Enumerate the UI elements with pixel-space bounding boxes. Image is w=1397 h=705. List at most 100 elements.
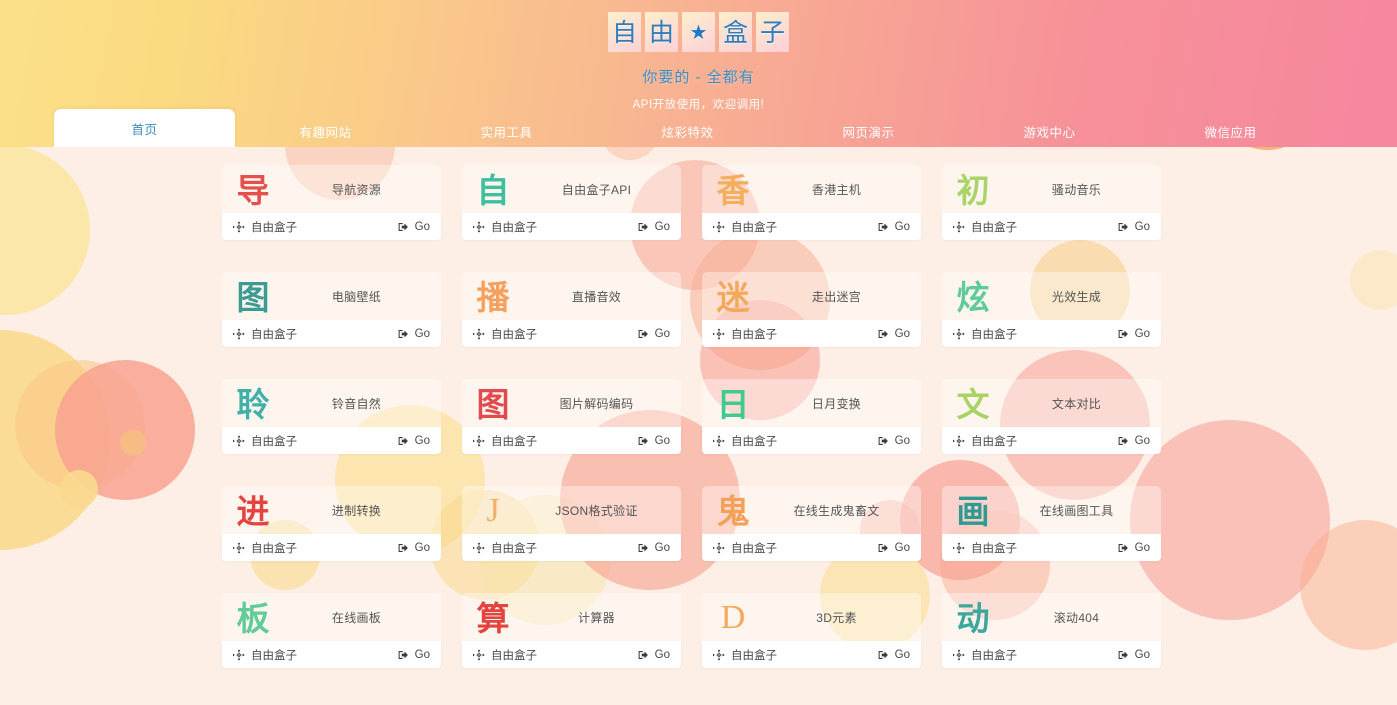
tool-card[interactable]: 鬼 在线生成鬼畜文自由盒子 Go (702, 486, 921, 561)
card-source: 自由盒子 (953, 433, 1118, 449)
card-source-label: 自由盒子 (731, 328, 777, 341)
tool-card[interactable]: 自 自由盒子API 自由盒子 Go (462, 165, 681, 240)
tool-card[interactable]: 图 图片解码编码 自由盒子 Go (462, 379, 681, 454)
card-source-label: 自由盒子 (491, 435, 537, 448)
card-source: 自由盒子 (953, 540, 1118, 556)
card-header: 动 滚动404 (942, 593, 1161, 641)
nav-tab-3[interactable]: 炫彩特效 (597, 115, 778, 147)
card-source: 自由盒子 (233, 219, 398, 235)
sitemap-icon (713, 541, 725, 554)
card-go-button[interactable]: Go (398, 649, 430, 661)
tool-card[interactable]: 导 导航资源 自由盒子 Go (222, 165, 441, 240)
tool-card[interactable]: 进 进制转换 自由盒子 Go (222, 486, 441, 561)
card-title: 铃音自然 (331, 396, 382, 411)
tool-card[interactable]: 聆 铃音自然 自由盒子 Go (222, 379, 441, 454)
card-go-label: Go (1134, 648, 1150, 661)
tool-card[interactable]: 炫 光效生成 自由盒子 Go (942, 272, 1161, 347)
card-header: 文 文本对比 (942, 379, 1161, 427)
card-go-button[interactable]: Go (878, 328, 910, 340)
nav-tab-1[interactable]: 有趣网站 (235, 115, 416, 147)
card-go-button[interactable]: Go (1118, 435, 1150, 447)
tool-card[interactable]: 动 滚动404 自由盒子 Go (942, 593, 1161, 668)
card-title: 骚动音乐 (1051, 182, 1102, 197)
card-source-label: 自由盒子 (491, 328, 537, 341)
tool-card[interactable]: 板 在线画板 自由盒子 Go (222, 593, 441, 668)
card-title: 计算器 (578, 610, 615, 625)
card-go-button[interactable]: Go (398, 542, 430, 554)
sitemap-icon (473, 648, 485, 661)
card-source-label: 自由盒子 (491, 221, 537, 234)
nav-tab-label: 微信应用 (1204, 125, 1257, 140)
nav-tab-4[interactable]: 网页演示 (778, 115, 959, 147)
card-header: 算 计算器 (462, 593, 681, 641)
card-go-button[interactable]: Go (398, 328, 430, 340)
card-title: 在线生成鬼畜文 (793, 503, 880, 518)
sitemap-icon (233, 434, 245, 447)
card-go-button[interactable]: Go (638, 435, 670, 447)
card-grid: 导 导航资源 自由盒子 Go 自 自由盒子API 自由盒子 Go 香 香港主机 自由盒子 Go 初 骚动音… (0, 147, 1397, 705)
card-source-label: 自由盒子 (731, 649, 777, 662)
card-glyph: 鬼 (716, 491, 750, 531)
nav-tab-0[interactable]: 首页 (54, 109, 235, 147)
card-go-button[interactable]: Go (638, 649, 670, 661)
nav-tab-6[interactable]: 微信应用 (1140, 115, 1321, 147)
tool-card[interactable]: 图 电脑壁纸 自由盒子 Go (222, 272, 441, 347)
sign-in-icon (398, 542, 410, 554)
nav-tab-5[interactable]: 游戏中心 (959, 115, 1140, 147)
card-source: 自由盒子 (473, 326, 638, 342)
card-footer: 自由盒子 Go (702, 534, 921, 561)
nav-tab-label: 首页 (131, 122, 158, 137)
tool-card[interactable]: D 3D元素 自由盒子 Go (702, 593, 921, 668)
sign-in-icon (638, 221, 650, 233)
card-go-button[interactable]: Go (638, 221, 670, 233)
tool-card[interactable]: 画 在线画图工具 自由盒子 Go (942, 486, 1161, 561)
card-go-button[interactable]: Go (398, 221, 430, 233)
card-title: 走出迷宫 (811, 289, 862, 304)
tool-card[interactable]: 算 计算器自由盒子 Go (462, 593, 681, 668)
card-footer: 自由盒子 Go (462, 641, 681, 668)
sitemap-icon (473, 541, 485, 554)
card-footer: 自由盒子 Go (702, 427, 921, 454)
card-glyph: 算 (476, 598, 510, 638)
sitemap-icon (233, 541, 245, 554)
card-source-label: 自由盒子 (971, 435, 1017, 448)
tool-card[interactable]: 初 骚动音乐 自由盒子 Go (942, 165, 1161, 240)
card-glyph: 文 (956, 384, 990, 424)
card-go-button[interactable]: Go (878, 221, 910, 233)
card-source-label: 自由盒子 (731, 542, 777, 555)
card-footer: 自由盒子 Go (222, 641, 441, 668)
card-source: 自由盒子 (473, 647, 638, 663)
nav-tab-2[interactable]: 实用工具 (416, 115, 597, 147)
site-logo[interactable]: 自由 ★ 盒子 (0, 8, 1397, 52)
card-footer: 自由盒子 Go (222, 213, 441, 240)
card-go-label: Go (414, 541, 430, 554)
sitemap-icon (953, 541, 965, 554)
card-go-button[interactable]: Go (878, 435, 910, 447)
tool-card[interactable]: J JSON格式验证 自由盒子 Go (462, 486, 681, 561)
card-go-button[interactable]: Go (878, 542, 910, 554)
card-header: 导 导航资源 (222, 165, 441, 213)
card-go-button[interactable]: Go (1118, 649, 1150, 661)
card-go-button[interactable]: Go (398, 435, 430, 447)
card-go-button[interactable]: Go (878, 649, 910, 661)
card-go-label: Go (654, 434, 670, 447)
tool-card[interactable]: 迷 走出迷宫 自由盒子 Go (702, 272, 921, 347)
sign-in-icon (638, 542, 650, 554)
card-source-label: 自由盒子 (971, 649, 1017, 662)
tool-card[interactable]: 播 直播音效 自由盒子 Go (462, 272, 681, 347)
card-title: 光效生成 (1051, 289, 1102, 304)
tool-card[interactable]: 日 日月变换 自由盒子 Go (702, 379, 921, 454)
card-footer: 自由盒子 Go (462, 427, 681, 454)
card-go-button[interactable]: Go (638, 542, 670, 554)
logo-star-icon: ★ (682, 12, 715, 52)
card-go-button[interactable]: Go (1118, 542, 1150, 554)
tool-card[interactable]: 香 香港主机 自由盒子 Go (702, 165, 921, 240)
card-glyph: 聆 (236, 384, 270, 424)
card-go-button[interactable]: Go (1118, 328, 1150, 340)
card-go-button[interactable]: Go (1118, 221, 1150, 233)
sitemap-icon (713, 434, 725, 447)
tool-card[interactable]: 文 文本对比自由盒子 Go (942, 379, 1161, 454)
card-title: 导航资源 (331, 182, 382, 197)
card-go-label: Go (1134, 327, 1150, 340)
card-go-button[interactable]: Go (638, 328, 670, 340)
